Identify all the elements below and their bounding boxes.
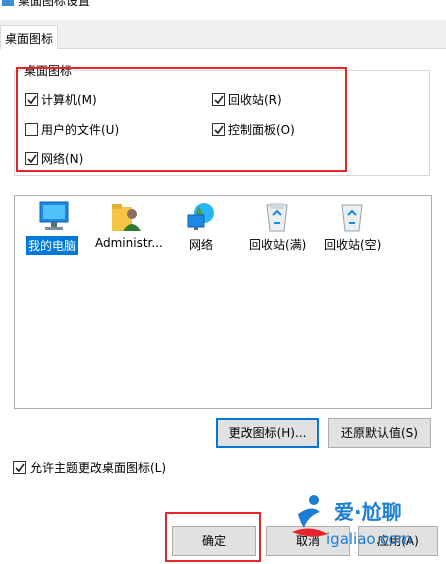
- watermark-logo: [290, 494, 330, 540]
- tab-label: 桌面图标: [5, 32, 54, 46]
- icon-label-recycle-full[interactable]: 回收站(满): [249, 236, 306, 253]
- recycle-bin-empty-icon[interactable]: [337, 201, 367, 233]
- highlight-box-checkboxes: [16, 67, 347, 172]
- watermark-url: igaliao.com: [326, 530, 413, 548]
- recycle-bin-full-icon[interactable]: [262, 201, 292, 233]
- window-icon: [2, 0, 14, 6]
- icon-label-computer[interactable]: 我的电脑: [26, 236, 79, 255]
- watermark-brand: 爱·尬聊: [334, 500, 402, 524]
- user-folder-icon[interactable]: [110, 201, 142, 233]
- icon-label-network[interactable]: 网络: [189, 236, 213, 253]
- tab-strip-divider: [0, 48, 446, 49]
- icon-list-view[interactable]: [14, 195, 432, 409]
- restore-default-button[interactable]: 还原默认值(S): [328, 418, 431, 448]
- icon-label-recycle-empty[interactable]: 回收站(空): [324, 236, 381, 253]
- network-icon[interactable]: [186, 201, 218, 233]
- highlight-box-ok: [165, 512, 261, 562]
- icon-label-administrator[interactable]: Administr...: [95, 236, 163, 250]
- change-icon-button[interactable]: 更改图标(H)...: [216, 418, 319, 448]
- computer-icon[interactable]: [36, 200, 72, 234]
- allow-themes-checkbox[interactable]: [13, 461, 26, 474]
- tab-desktop-icons[interactable]: 桌面图标: [0, 25, 58, 49]
- allow-themes-label[interactable]: 允许主题更改桌面图标(L): [30, 459, 166, 476]
- window-title: 桌面图标设置: [18, 0, 91, 8]
